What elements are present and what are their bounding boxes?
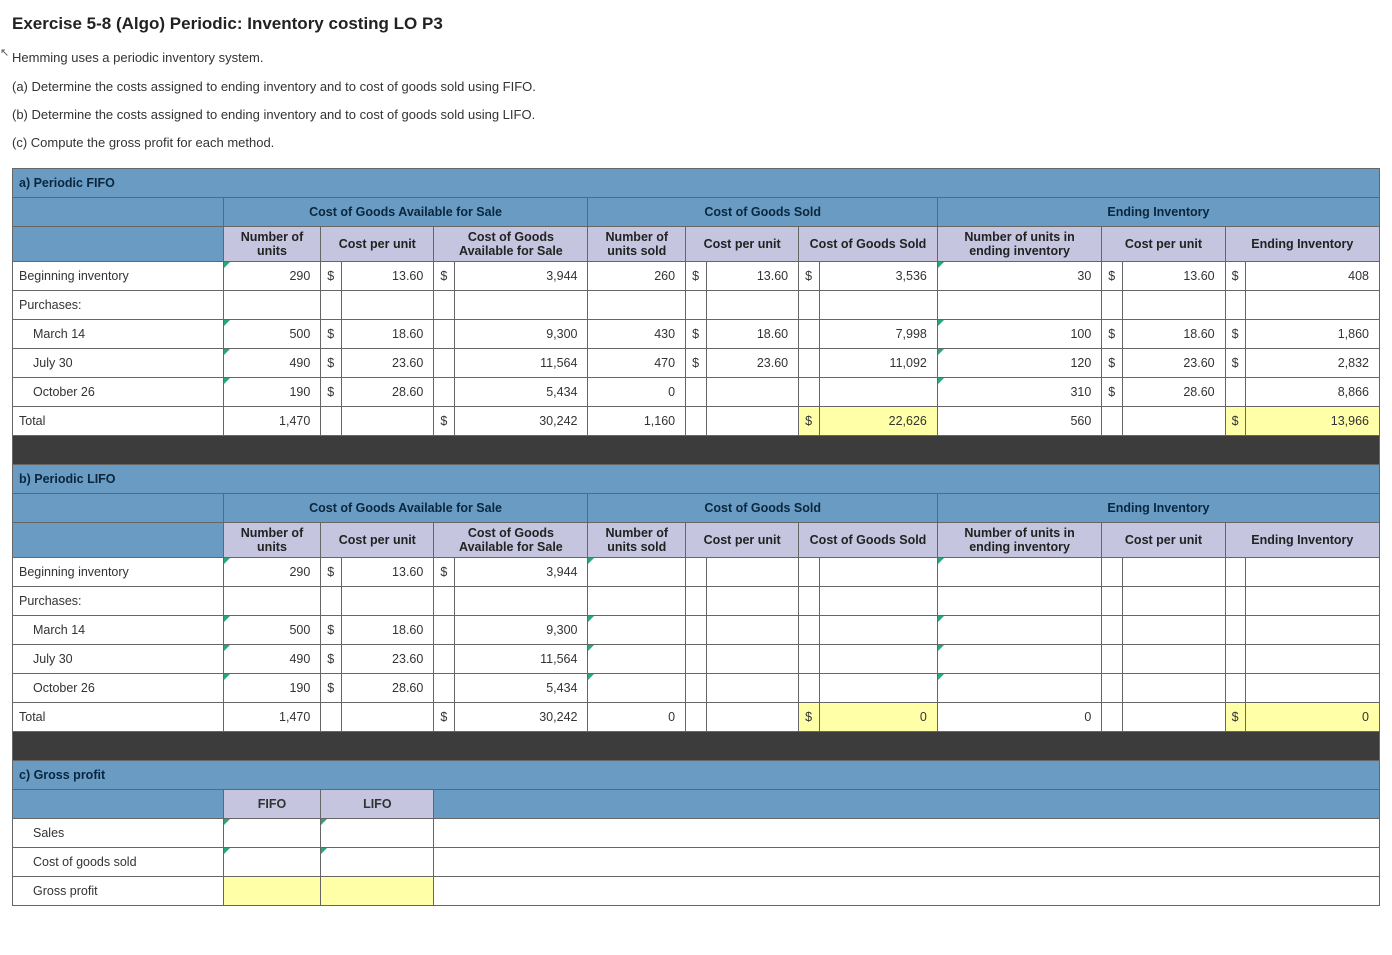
lifo-row-m14: March 14 500 $ 18.60 9,300 <box>13 616 1380 645</box>
section-a-row: a) Periodic FIFO <box>13 169 1380 198</box>
group-header-a: Cost of Goods Available for Sale Cost of… <box>13 198 1380 227</box>
lifo-row-j30: July 30 490 $ 23.60 11,564 <box>13 645 1380 674</box>
question-b: (b) Determine the costs assigned to endi… <box>12 107 1380 122</box>
lifo-row-total: Total 1,470 $ 30,242 0 $ 0 0 $ 0 <box>13 703 1380 732</box>
currency-symbol: $ <box>434 262 455 291</box>
gp-label-sales: Sales <box>13 819 224 848</box>
fifo-begin-endinv: 408 <box>1246 262 1380 291</box>
currency-symbol: $ <box>1102 262 1123 291</box>
group-header-ending: Ending Inventory <box>937 198 1379 227</box>
section-c-title: c) Gross profit <box>13 761 1380 790</box>
subheader-units-ending: Number of units in ending inventory <box>937 227 1101 262</box>
currency-symbol: $ <box>321 262 342 291</box>
intro-block: ↖ Hemming uses a periodic inventory syst… <box>12 50 1380 65</box>
question-c: (c) Compute the gross profit for each me… <box>12 135 1380 150</box>
gp-sales-fifo[interactable] <box>223 819 321 848</box>
fifo-row-m14: March 14 500 $ 18.60 9,300 430 $ 18.60 7… <box>13 320 1380 349</box>
lifo-row-o26: October 26 190 $ 28.60 5,434 <box>13 674 1380 703</box>
currency-symbol: $ <box>799 262 820 291</box>
question-a: (a) Determine the costs assigned to endi… <box>12 79 1380 94</box>
gp-sales-lifo[interactable] <box>321 819 434 848</box>
questions-block: (a) Determine the costs assigned to endi… <box>12 79 1380 150</box>
section-b-row: b) Periodic LIFO <box>13 465 1380 494</box>
row-label-purch: Purchases: <box>13 291 224 320</box>
group-header-b: Cost of Goods Available for Sale Cost of… <box>13 494 1380 523</box>
section-b-title: b) Periodic LIFO <box>13 465 1380 494</box>
subheader-units-sold: Number of units sold <box>588 227 686 262</box>
row-label-m14: March 14 <box>13 320 224 349</box>
gp-label-gross: Gross profit <box>13 877 224 906</box>
gp-gross-lifo <box>321 877 434 906</box>
gp-label-cogs: Cost of goods sold <box>13 848 224 877</box>
lifo-row-begin: Beginning inventory 290 $ 13.60 $ 3,944 <box>13 558 1380 587</box>
fifo-row-o26: October 26 190 $ 28.60 5,434 0 310 $ 28.… <box>13 378 1380 407</box>
fifo-begin-units[interactable]: 290 <box>223 262 321 291</box>
section-c-row: c) Gross profit <box>13 761 1380 790</box>
page-title: Exercise 5-8 (Algo) Periodic: Inventory … <box>12 14 1380 34</box>
fifo-row-total: Total 1,470 $ 30,242 1,160 $ 22,626 560 … <box>13 407 1380 436</box>
gp-gross-fifo <box>223 877 321 906</box>
gp-cogs-lifo[interactable] <box>321 848 434 877</box>
worksheet-table: a) Periodic FIFO Cost of Goods Available… <box>12 168 1380 906</box>
gp-row-sales: Sales <box>13 819 1380 848</box>
fifo-begin-cgas: 3,944 <box>454 262 588 291</box>
gp-head-lifo: LIFO <box>321 790 434 819</box>
gp-row-cogs: Cost of goods sold <box>13 848 1380 877</box>
subheader-cpu3: Cost per unit <box>1102 227 1225 262</box>
fifo-total-cogs: 22,626 <box>819 407 937 436</box>
gp-head-fifo: FIFO <box>223 790 321 819</box>
subheader-cpu1: Cost per unit <box>321 227 434 262</box>
gp-row-gross: Gross profit <box>13 877 1380 906</box>
subheader-units: Number of units <box>223 227 321 262</box>
lifo-total-cogs: 0 <box>819 703 937 732</box>
lifo-total-ending: 0 <box>1246 703 1380 732</box>
row-label-o26: October 26 <box>13 378 224 407</box>
fifo-begin-cpu2[interactable]: 13.60 <box>706 262 798 291</box>
row-label-begin: Beginning inventory <box>13 262 224 291</box>
row-label-j30: July 30 <box>13 349 224 378</box>
group-header-cogs: Cost of Goods Sold <box>588 198 937 227</box>
subheader-ending-inv: Ending Inventory <box>1225 227 1379 262</box>
gp-header-row: FIFO LIFO <box>13 790 1380 819</box>
section-a-title: a) Periodic FIFO <box>13 169 1380 198</box>
fifo-begin-cpu3[interactable]: 13.60 <box>1122 262 1225 291</box>
fifo-begin-unitssold[interactable]: 260 <box>588 262 686 291</box>
fifo-begin-unitsend[interactable]: 30 <box>937 262 1101 291</box>
lifo-row-purchases: Purchases: <box>13 587 1380 616</box>
row-label-total: Total <box>13 407 224 436</box>
fifo-m14-units[interactable]: 500 <box>223 320 321 349</box>
subheader-cogs: Cost of Goods Sold <box>799 227 938 262</box>
subheader-cpu2: Cost per unit <box>686 227 799 262</box>
fifo-total-ending: 13,966 <box>1246 407 1380 436</box>
fifo-row-j30: July 30 490 $ 23.60 11,564 470 $ 23.60 1… <box>13 349 1380 378</box>
gp-cogs-fifo[interactable] <box>223 848 321 877</box>
subheader-cgas: Cost of Goods Available for Sale <box>434 227 588 262</box>
fifo-begin-cogs: 3,536 <box>819 262 937 291</box>
currency-symbol: $ <box>1225 262 1246 291</box>
fifo-begin-cpu[interactable]: 13.60 <box>341 262 433 291</box>
intro-text: Hemming uses a periodic inventory system… <box>12 50 1380 65</box>
fifo-row-begin: Beginning inventory 290 $ 13.60 $ 3,944 … <box>13 262 1380 291</box>
fifo-row-purchases: Purchases: <box>13 291 1380 320</box>
currency-symbol: $ <box>686 262 707 291</box>
sub-header-b: Number of units Cost per unit Cost of Go… <box>13 523 1380 558</box>
sub-header-a: Number of units Cost per unit Cost of Go… <box>13 227 1380 262</box>
group-header-available: Cost of Goods Available for Sale <box>223 198 588 227</box>
